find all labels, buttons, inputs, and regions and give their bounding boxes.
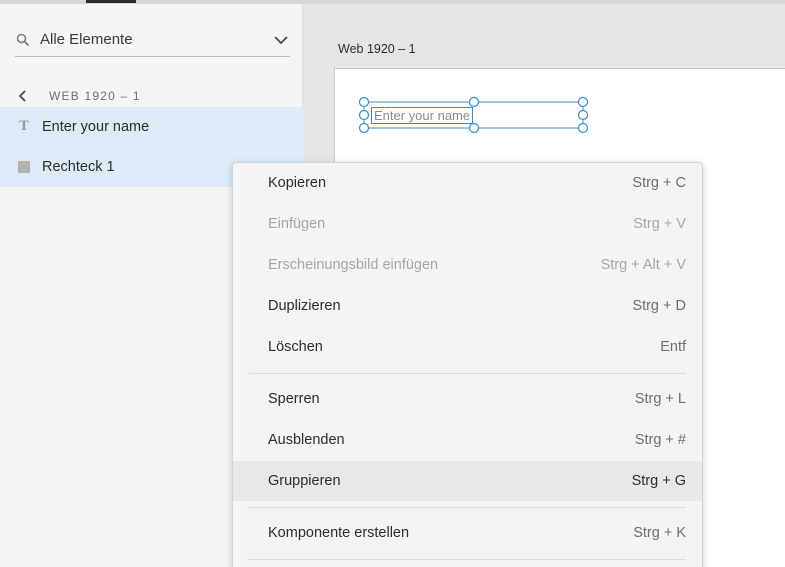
selected-text-element[interactable]: Enter your name xyxy=(371,107,474,124)
resize-handle xyxy=(358,96,370,108)
resize-handle xyxy=(358,122,370,134)
resize-handle xyxy=(468,96,480,108)
menu-item-shortcut: Strg + L xyxy=(634,391,686,407)
menu-item-shortcut: Strg + C xyxy=(632,175,686,191)
menu-item-duplizieren[interactable]: Duplizieren Strg + D xyxy=(233,286,702,326)
menu-item-gruppieren[interactable]: Gruppieren Strg + G xyxy=(233,461,702,501)
menu-item-shortcut: Strg + G xyxy=(631,473,686,489)
menu-item-einfuegen[interactable]: Einfügen Strg + V xyxy=(233,204,702,244)
menu-item-erscheinungsbild-einfuegen[interactable]: Erscheinungsbild einfügen Strg + Alt + V xyxy=(233,245,702,285)
menu-item-shortcut: Strg + # xyxy=(634,432,686,448)
menu-item-label: Einfügen xyxy=(268,216,326,232)
menu-item-loeschen[interactable]: Löschen Entf xyxy=(233,327,702,367)
context-menu: Kopieren Strg + C Einfügen Strg + V Ersc… xyxy=(232,162,703,567)
menu-separator xyxy=(249,507,686,508)
menu-item-shortcut: Strg + D xyxy=(632,298,686,314)
resize-handle xyxy=(468,122,480,134)
menu-item-label: Löschen xyxy=(268,339,323,355)
menu-item-shortcut: Strg + V xyxy=(633,216,686,232)
resize-handle xyxy=(358,109,370,121)
menu-item-label: Komponente erstellen xyxy=(268,525,410,541)
menu-separator xyxy=(249,373,686,374)
menu-item-label: Ausblenden xyxy=(268,432,345,448)
menu-item-label: Erscheinungsbild einfügen xyxy=(268,257,439,273)
menu-item-label: Gruppieren xyxy=(268,473,341,489)
menu-item-shortcut: Strg + Alt + V xyxy=(600,257,686,273)
menu-item-label: Sperren xyxy=(268,391,320,407)
resize-handle xyxy=(577,109,589,121)
menu-item-ausblenden[interactable]: Ausblenden Strg + # xyxy=(233,420,702,460)
menu-item-label: Kopieren xyxy=(268,175,327,191)
menu-item-kopieren[interactable]: Kopieren Strg + C xyxy=(233,163,702,203)
menu-item-label: Duplizieren xyxy=(268,298,341,314)
menu-item-komponente-erstellen[interactable]: Komponente erstellen Strg + K xyxy=(233,513,702,553)
resize-handle xyxy=(577,96,589,108)
menu-separator xyxy=(249,559,686,560)
menu-item-shortcut: Strg + K xyxy=(633,525,686,541)
menu-item-shortcut: Entf xyxy=(660,339,686,355)
resize-handle xyxy=(577,122,589,134)
menu-item-sperren[interactable]: Sperren Strg + L xyxy=(233,379,702,419)
